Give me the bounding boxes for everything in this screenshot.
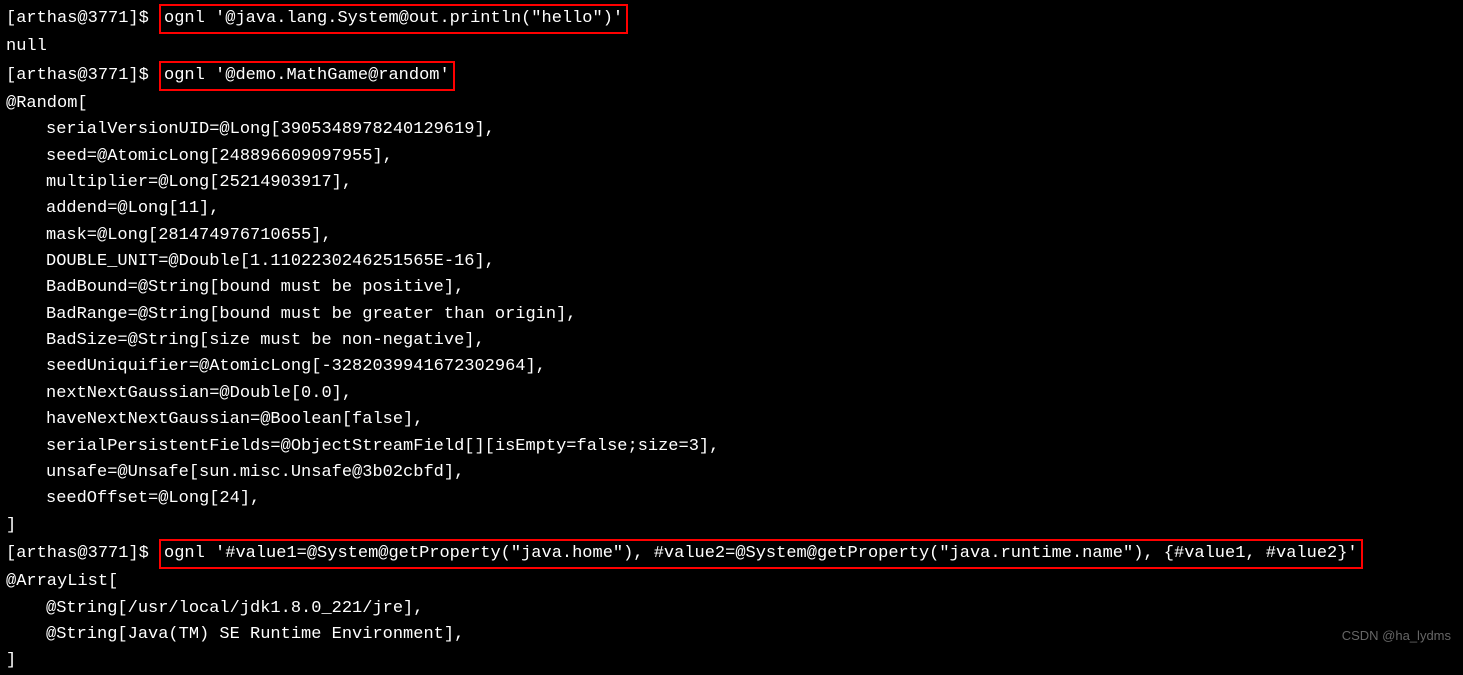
output-2-field: seedOffset=@Long[24],	[6, 486, 1457, 512]
output-2-field: unsafe=@Unsafe[sun.misc.Unsafe@3b02cbfd]…	[6, 460, 1457, 486]
output-2-field: serialPersistentFields=@ObjectStreamFiel…	[6, 434, 1457, 460]
command-1: ognl '@java.lang.System@out.println("hel…	[159, 4, 628, 34]
output-2-field: serialVersionUID=@Long[39053489782401296…	[6, 117, 1457, 143]
output-3-field: @String[/usr/local/jdk1.8.0_221/jre],	[6, 596, 1457, 622]
output-2-field: mask=@Long[281474976710655],	[6, 223, 1457, 249]
shell-prompt: [arthas@3771]$	[6, 544, 159, 563]
shell-prompt: [arthas@3771]$	[6, 9, 159, 28]
output-2-field: BadBound=@String[bound must be positive]…	[6, 275, 1457, 301]
output-2-field: haveNextNextGaussian=@Boolean[false],	[6, 407, 1457, 433]
output-2-field: BadRange=@String[bound must be greater t…	[6, 302, 1457, 328]
shell-prompt: [arthas@3771]$	[6, 66, 159, 85]
output-3-footer: ]	[6, 648, 1457, 674]
output-3-field: @String[Java(TM) SE Runtime Environment]…	[6, 622, 1457, 648]
command-3: ognl '#value1=@System@getProperty("java.…	[159, 539, 1363, 569]
output-2-footer: ]	[6, 513, 1457, 539]
command-line-1[interactable]: [arthas@3771]$ ognl '@java.lang.System@o…	[6, 4, 1457, 34]
output-3-header: @ArrayList[	[6, 569, 1457, 595]
output-2-field: multiplier=@Long[25214903917],	[6, 170, 1457, 196]
output-1: null	[6, 34, 1457, 60]
command-line-2[interactable]: [arthas@3771]$ ognl '@demo.MathGame@rand…	[6, 61, 1457, 91]
output-2-header: @Random[	[6, 91, 1457, 117]
command-2: ognl '@demo.MathGame@random'	[159, 61, 455, 91]
output-2-field: seed=@AtomicLong[248896609097955],	[6, 144, 1457, 170]
command-line-3[interactable]: [arthas@3771]$ ognl '#value1=@System@get…	[6, 539, 1457, 569]
output-2-field: DOUBLE_UNIT=@Double[1.1102230246251565E-…	[6, 249, 1457, 275]
output-2-field: nextNextGaussian=@Double[0.0],	[6, 381, 1457, 407]
output-2-field: BadSize=@String[size must be non-negativ…	[6, 328, 1457, 354]
output-2-field: seedUniquifier=@AtomicLong[-328203994167…	[6, 354, 1457, 380]
output-2-field: addend=@Long[11],	[6, 196, 1457, 222]
watermark: CSDN @ha_lydms	[1342, 626, 1451, 646]
